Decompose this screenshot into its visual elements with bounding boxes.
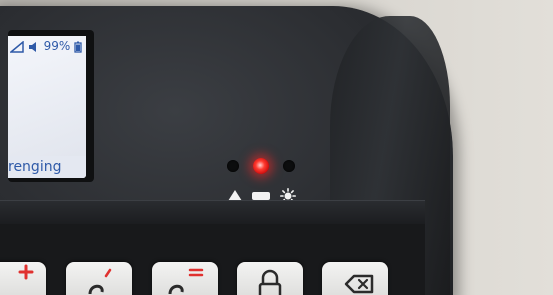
right-led — [283, 160, 295, 172]
battery-icon — [74, 41, 82, 53]
lock-icon — [258, 269, 282, 295]
signal-icon — [8, 39, 24, 53]
plus-key[interactable] — [0, 262, 46, 295]
equals-key[interactable] — [152, 262, 218, 295]
speaker-icon — [28, 41, 36, 52]
left-led — [227, 160, 239, 172]
status-bar: 99% — [8, 38, 84, 54]
lcd-screen: 99% renging — [8, 36, 86, 178]
backspace-key[interactable] — [322, 262, 388, 295]
backspace-icon — [344, 274, 374, 294]
battery-percent: 99% — [43, 39, 71, 53]
screen-footer-text: renging — [8, 156, 86, 178]
lock-key[interactable] — [237, 262, 303, 295]
photo-scene: 99% renging — [0, 0, 553, 295]
center-led — [253, 158, 269, 174]
equals-icon — [168, 268, 204, 295]
digit-icon — [88, 268, 112, 295]
bar-icon — [252, 192, 270, 200]
keypad-ridge — [0, 200, 425, 225]
key-two[interactable] — [66, 262, 132, 295]
plus-icon — [18, 264, 34, 280]
